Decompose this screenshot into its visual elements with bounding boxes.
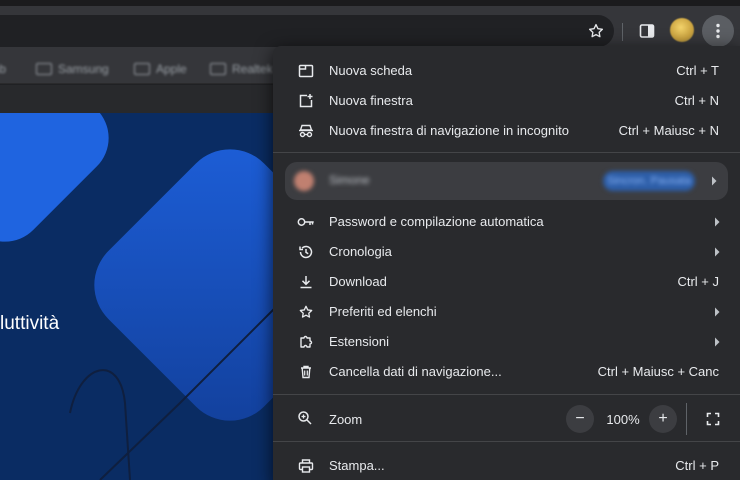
menu-item-print[interactable]: Stampa... Ctrl + P [273, 451, 740, 480]
menu-item-new-tab[interactable]: Nuova scheda Ctrl + T [273, 56, 740, 86]
history-icon [297, 243, 315, 261]
new-tab-icon [297, 62, 315, 80]
menu-item-passwords[interactable]: Password e compilazione automatica [273, 207, 740, 237]
toolbar-divider [622, 23, 623, 41]
menu-item-clear-data[interactable]: Cancella dati di navigazione... Ctrl + M… [273, 357, 740, 387]
bookmark-star-icon[interactable] [585, 20, 607, 42]
bookmark-item[interactable]: lab [0, 59, 6, 79]
zoom-divider [686, 403, 687, 435]
menu-separator [273, 152, 740, 153]
decorative-lines [69, 292, 291, 480]
side-panel-icon[interactable] [636, 20, 658, 42]
profile-name: Simone [329, 173, 370, 187]
bookmark-label: Apple [156, 62, 187, 76]
zoom-in-button[interactable]: + [649, 405, 677, 433]
menu-item-extensions[interactable]: Estensioni [273, 327, 740, 357]
menu-item-label: Cronologia [329, 244, 392, 259]
menu-item-shortcut: Ctrl + Maiusc + N [618, 123, 719, 138]
menu-item-label: Nuova scheda [329, 63, 413, 78]
menu-item-label: Estensioni [329, 334, 389, 349]
menu-item-shortcut: Ctrl + T [676, 63, 719, 78]
profile-avatar [294, 171, 314, 191]
bookmark-folder[interactable]: Apple [134, 59, 187, 79]
download-icon [297, 273, 315, 291]
menu-item-label: Password e compilazione automatica [329, 214, 544, 229]
more-vert-icon [716, 23, 720, 39]
sync-status-badge: Sincron. Pausata [603, 171, 695, 191]
menu-item-label: Stampa... [329, 458, 385, 473]
menu-item-bookmarks[interactable]: Preferiti ed elenchi [273, 297, 740, 327]
bookmark-folder[interactable]: Samsung [36, 59, 109, 79]
chrome-main-menu: Nuova scheda Ctrl + T Nuova finestra Ctr… [273, 46, 740, 480]
menu-item-incognito[interactable]: Nuova finestra di navigazione in incogni… [273, 116, 740, 146]
menu-item-label: Preferiti ed elenchi [329, 304, 437, 319]
bookmark-label: Realtek [232, 62, 273, 76]
menu-separator [273, 441, 740, 442]
zoom-level: 100% [606, 412, 640, 427]
browser-window: lab Samsung Apple Realtek luttività Nuov… [0, 0, 740, 480]
chevron-right-icon [712, 176, 717, 186]
chevron-right-icon [715, 307, 720, 317]
folder-icon [210, 63, 226, 75]
menu-item-label: Nuova finestra [329, 93, 413, 108]
menu-item-history[interactable]: Cronologia [273, 237, 740, 267]
address-bar[interactable] [0, 15, 614, 47]
profile-avatar[interactable] [670, 18, 694, 42]
menu-item-new-window[interactable]: Nuova finestra Ctrl + N [273, 86, 740, 116]
menu-profile-row[interactable]: Simone Sincron. Pausata [285, 162, 728, 200]
menu-item-shortcut: Ctrl + J [677, 274, 719, 289]
menu-item-shortcut: Ctrl + P [675, 458, 719, 473]
print-icon [297, 457, 315, 475]
bookmark-folder[interactable]: Realtek [210, 59, 273, 79]
chevron-right-icon [715, 337, 720, 347]
menu-item-shortcut: Ctrl + Maiusc + Canc [597, 364, 719, 379]
extension-icon [297, 333, 315, 351]
key-icon [297, 213, 315, 231]
bookmark-label: lab [0, 62, 7, 76]
trash-icon [297, 363, 315, 381]
chrome-menu-button[interactable] [702, 15, 734, 47]
menu-item-shortcut: Ctrl + N [674, 93, 719, 108]
zoom-icon [297, 410, 313, 429]
menu-item-downloads[interactable]: Download Ctrl + J [273, 267, 740, 297]
chevron-right-icon [715, 247, 720, 257]
incognito-icon [297, 122, 315, 140]
menu-zoom-row: Zoom − 100% + [273, 403, 740, 435]
new-window-icon [297, 92, 315, 110]
folder-icon [134, 63, 150, 75]
star-icon [297, 303, 315, 321]
bookmark-label: Samsung [58, 62, 109, 76]
fullscreen-button[interactable] [700, 406, 726, 432]
menu-separator [273, 394, 740, 395]
menu-item-label: Cancella dati di navigazione... [329, 364, 502, 379]
menu-item-label: Nuova finestra di navigazione in incogni… [329, 123, 569, 138]
hero-heading: luttività [0, 313, 60, 334]
fullscreen-icon [706, 412, 720, 426]
menu-item-label: Download [329, 274, 387, 289]
zoom-out-button[interactable]: − [566, 405, 594, 433]
folder-icon [36, 63, 52, 75]
chevron-right-icon [715, 217, 720, 227]
zoom-label: Zoom [329, 412, 363, 427]
